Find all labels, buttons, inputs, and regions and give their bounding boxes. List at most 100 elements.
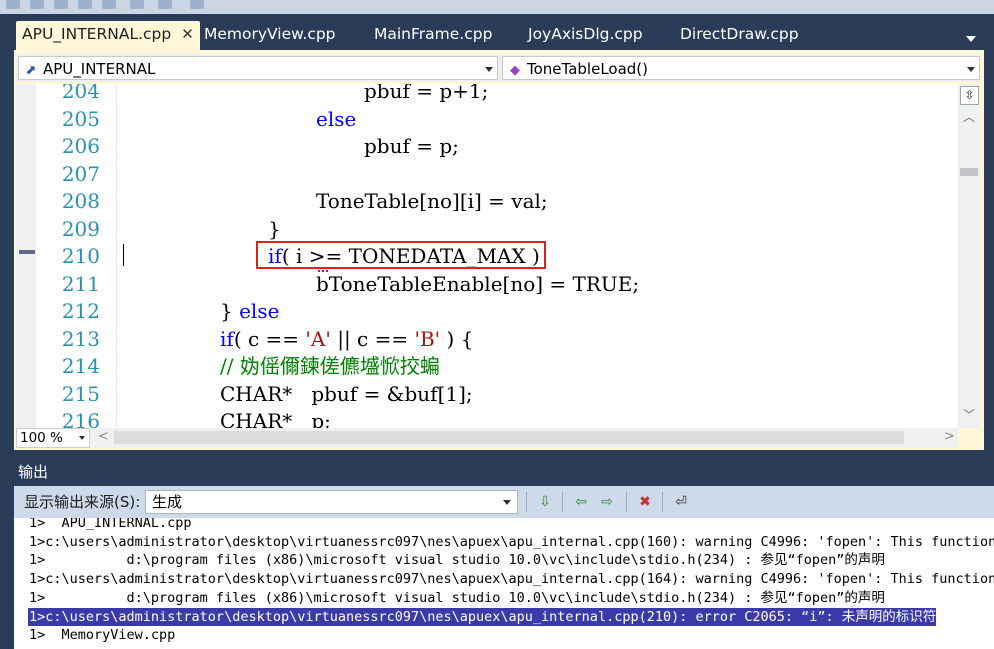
code-line[interactable]: } else [220, 298, 279, 326]
horizontal-scroll-thumb[interactable] [114, 431, 904, 444]
redo-icon[interactable] [158, 0, 172, 9]
go-to-previous-icon[interactable]: ⇦ [570, 491, 592, 513]
undo-icon[interactable] [130, 0, 144, 9]
scope-value: APU_INTERNAL [43, 60, 156, 78]
output-toolbar: 显示输出来源(S): 生成 ⇩ ⇦ ⇨ ✖ ⏎ [14, 486, 994, 518]
output-line[interactable]: 1> MemoryView.cpp [29, 626, 175, 645]
tab-list-dropdown-icon[interactable] [966, 36, 976, 42]
word-wrap-icon[interactable]: ⏎ [670, 491, 692, 513]
code-line[interactable]: } [268, 216, 281, 244]
line-number: 205 [61, 106, 100, 131]
scope-dropdown[interactable]: ⬈ APU_INTERNAL [18, 56, 498, 80]
clear-all-icon[interactable]: ✖ [634, 491, 656, 513]
code-text: pbuf = p+1; [364, 84, 489, 103]
toolbar-button-icon[interactable] [78, 0, 92, 9]
indicator-margin[interactable] [16, 84, 36, 428]
output-line[interactable]: 1> d:\program files (x86)\microsoft visu… [29, 551, 885, 570]
tab-apu-internal[interactable]: APU_INTERNAL.cpp ✕ [16, 21, 200, 50]
line-number: 209 [61, 216, 100, 241]
toolbar-button-icon[interactable] [30, 0, 44, 9]
scroll-up-icon[interactable]: ︿ [963, 108, 975, 125]
code-text: ToneTable[no][i] = val; [316, 189, 548, 213]
text-caret [123, 244, 124, 266]
code-text: || c == [330, 326, 415, 351]
scroll-thumb[interactable] [960, 168, 978, 176]
line-number: 210 [61, 244, 100, 268]
output-line[interactable]: 1> d:\program files (x86)\microsoft visu… [29, 589, 885, 608]
chevron-down-icon[interactable] [485, 67, 493, 72]
method-icon: ◆ [510, 63, 520, 78]
line-number: 214 [61, 354, 100, 378]
chevron-down-icon[interactable] [503, 500, 511, 505]
line-number: 207 [61, 161, 100, 186]
code-text: bToneTableEnable[no] = TRUE; [316, 271, 640, 296]
class-scope-icon: ⬈ [25, 63, 37, 78]
line-number: 204 [61, 84, 100, 103]
toolbar-button-icon[interactable] [54, 0, 68, 9]
code-text: } [268, 216, 281, 241]
toolbar-separator [662, 492, 663, 512]
tab-memoryview[interactable]: MemoryView.cpp [198, 21, 336, 48]
member-value: ToneTableLoad() [527, 60, 649, 78]
scroll-left-icon[interactable]: < [98, 429, 109, 444]
toolbar-button-icon[interactable] [6, 0, 20, 9]
navigate-icon[interactable] [190, 0, 204, 9]
zoom-dropdown[interactable]: 100 % [16, 428, 90, 448]
code-line[interactable]: pbuf = p+1; [364, 84, 488, 106]
line-number: 208 [61, 189, 100, 213]
line-marker [19, 250, 35, 254]
tab-label: MainFrame.cpp [374, 25, 493, 43]
scroll-right-icon[interactable]: > [944, 429, 955, 444]
output-source-dropdown[interactable]: 生成 [145, 490, 518, 514]
code-text: } [220, 299, 240, 323]
line-number: 213 [61, 326, 100, 351]
tab-label: JoyAxisDlg.cpp [528, 25, 643, 43]
tab-directdraw[interactable]: DirectDraw.cpp [674, 21, 799, 48]
toolbar-button-icon[interactable] [102, 0, 116, 9]
code-line[interactable]: if( c == 'A' || c == 'B' ) { [220, 326, 473, 354]
code-text: CHAR* pbuf = &buf[1]; [220, 381, 473, 406]
vertical-scrollbar[interactable]: ⇳ ︿ ﹀ [958, 84, 980, 428]
line-number: 216 [61, 409, 100, 428]
output-source-label: 显示输出来源(S): [24, 493, 141, 511]
toolbar-separator [562, 492, 563, 512]
line-number: 206 [61, 134, 100, 158]
navigation-bar: ⬈ APU_INTERNAL ◆ ToneTableLoad() [16, 54, 980, 82]
toolbar-strip [0, 0, 994, 14]
chevron-down-icon[interactable] [967, 67, 975, 72]
tab-close-icon[interactable]: ✕ [181, 21, 194, 48]
code-line[interactable]: bToneTableEnable[no] = TRUE; [316, 271, 639, 299]
tab-joyaxisdlg[interactable]: JoyAxisDlg.cpp [522, 21, 643, 48]
code-line[interactable]: CHAR* pbuf = &buf[1]; [220, 381, 473, 409]
code-comment: // 妫傜儞鍊傞儦墭惞挍蝙 [220, 354, 440, 378]
output-text-area[interactable]: 1> APU_INTERNAL.cpp 1>c:\users\administr… [14, 518, 994, 649]
line-number: 212 [61, 299, 100, 323]
code-line[interactable]: pbuf = p; [364, 133, 459, 161]
chevron-down-icon[interactable] [79, 436, 85, 440]
tab-label: APU_INTERNAL.cpp [22, 25, 172, 43]
find-message-icon[interactable]: ⇩ [534, 491, 556, 513]
code-keyword: else [316, 106, 357, 131]
code-line[interactable]: CHAR* p; [220, 408, 331, 428]
code-keyword: else [239, 299, 280, 323]
tab-mainframe[interactable]: MainFrame.cpp [368, 21, 492, 48]
code-editor[interactable]: 204 205 206 207 208 209 210 211 212 213 … [16, 84, 958, 428]
toolbar-separator [526, 492, 527, 512]
code-keyword: if [220, 326, 234, 351]
code-line[interactable]: // 妫傜儞鍊傞儦墭惞挍蝙 [220, 353, 440, 381]
editor-status-row: 100 % < > [16, 428, 958, 448]
output-line[interactable]: 1>c:\users\administrator\desktop\virtuan… [29, 533, 994, 552]
go-to-next-icon[interactable]: ⇨ [596, 491, 618, 513]
member-dropdown[interactable]: ◆ ToneTableLoad() [502, 56, 980, 80]
code-text: ( c == [233, 326, 306, 351]
output-source-value: 生成 [152, 493, 183, 511]
code-line[interactable]: else [316, 106, 356, 134]
error-highlight-box [256, 241, 546, 269]
output-line[interactable]: 1> APU_INTERNAL.cpp [29, 518, 192, 533]
scroll-down-icon[interactable]: ﹀ [963, 406, 975, 423]
output-line-selected[interactable]: 1>c:\users\administrator\desktop\virtuan… [28, 607, 937, 627]
output-line[interactable]: 1>c:\users\administrator\desktop\virtuan… [29, 570, 994, 589]
code-line[interactable]: ToneTable[no][i] = val; [316, 188, 548, 216]
line-number: 215 [61, 381, 100, 406]
split-handle-icon[interactable]: ⇳ [960, 86, 979, 105]
